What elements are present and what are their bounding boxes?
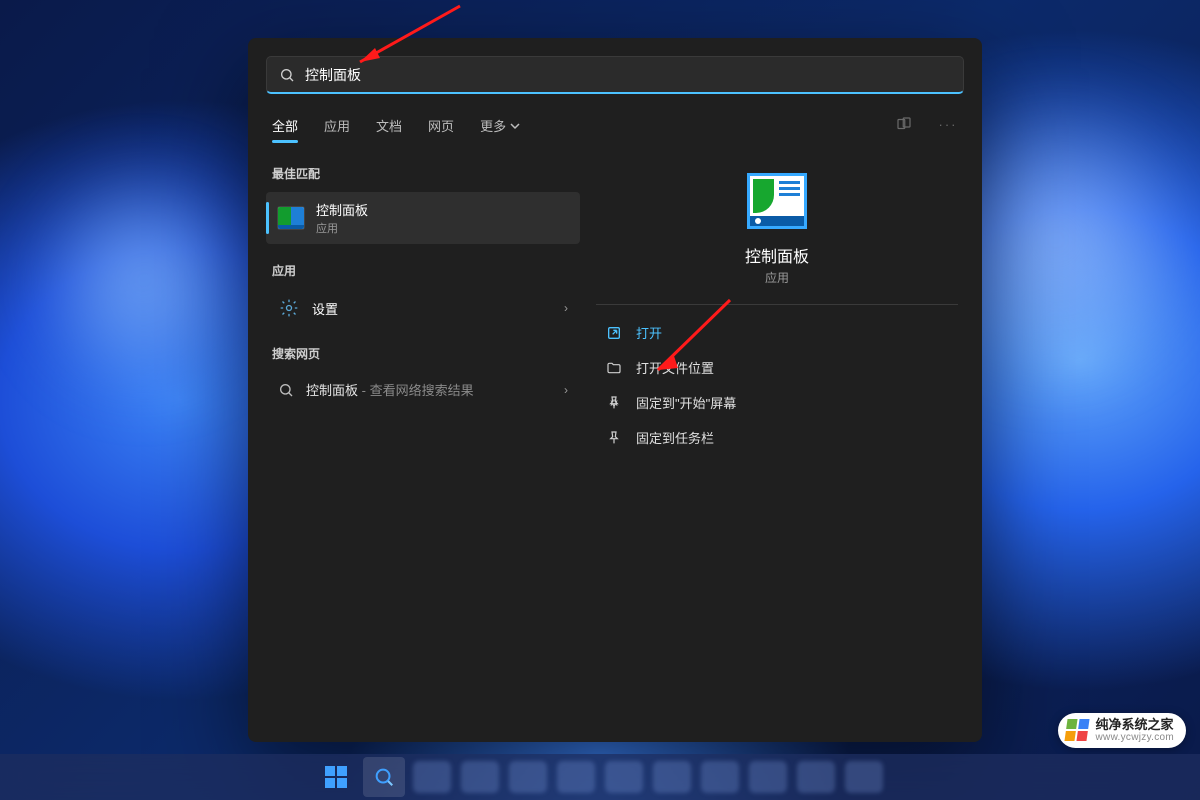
action-pin-start[interactable]: 固定到"开始"屏幕 <box>596 385 958 420</box>
chevron-right-icon: › <box>564 301 568 315</box>
pin-icon <box>606 395 622 411</box>
taskbar-search-button[interactable] <box>363 757 405 797</box>
watermark-url: www.ycwjzy.com <box>1096 732 1174 743</box>
result-title: 控制面板 <box>316 200 368 219</box>
taskbar-app[interactable] <box>411 757 453 797</box>
windows-logo-icon <box>325 766 347 788</box>
search-input[interactable] <box>305 67 951 83</box>
taskbar-app[interactable] <box>699 757 741 797</box>
action-label: 打开文件位置 <box>636 358 714 377</box>
start-button[interactable] <box>315 757 357 797</box>
action-open-location[interactable]: 打开文件位置 <box>596 350 958 385</box>
search-icon <box>373 766 395 788</box>
more-options-icon[interactable]: ··· <box>934 110 962 138</box>
taskbar[interactable] <box>0 754 1200 800</box>
action-open[interactable]: 打开 <box>596 315 958 350</box>
taskbar-app[interactable] <box>795 757 837 797</box>
tab-documents[interactable]: 文档 <box>376 110 402 145</box>
control-panel-icon <box>278 207 304 229</box>
chevron-right-icon: › <box>564 383 568 397</box>
gear-icon <box>278 297 300 319</box>
tab-web[interactable]: 网页 <box>428 110 454 145</box>
taskbar-app[interactable] <box>459 757 501 797</box>
action-pin-taskbar[interactable]: 固定到任务栏 <box>596 420 958 455</box>
taskbar-app[interactable] <box>603 757 645 797</box>
results-column: 最佳匹配 控制面板 应用 应用 设置 › 搜索网页 <box>248 145 588 742</box>
result-subtitle: 应用 <box>316 220 368 236</box>
taskbar-app[interactable] <box>843 757 885 797</box>
result-settings[interactable]: 设置 › <box>266 289 580 327</box>
section-best-match: 最佳匹配 <box>272 165 574 182</box>
detail-pane: 控制面板 应用 打开 打开文件位置 固定到"开始"屏幕 <box>588 145 982 742</box>
search-icon <box>279 67 295 83</box>
tab-more-label: 更多 <box>480 116 506 135</box>
divider <box>596 304 958 305</box>
result-control-panel[interactable]: 控制面板 应用 <box>266 192 580 244</box>
watermark-title: 纯净系统之家 <box>1096 718 1174 732</box>
taskbar-app[interactable] <box>507 757 549 797</box>
search-window: 全部 应用 文档 网页 更多 ··· 最佳匹配 控制面板 应用 <box>248 38 982 742</box>
open-icon <box>606 325 622 341</box>
folder-icon <box>606 360 622 376</box>
taskbar-app[interactable] <box>651 757 693 797</box>
action-label: 打开 <box>636 323 662 342</box>
search-icon <box>278 382 294 398</box>
detail-title: 控制面板 <box>745 243 809 267</box>
taskbar-app[interactable] <box>747 757 789 797</box>
action-label: 固定到"开始"屏幕 <box>636 393 736 412</box>
result-web-search[interactable]: 控制面板 - 查看网络搜索结果 › <box>266 372 580 407</box>
section-search-web: 搜索网页 <box>272 345 574 362</box>
account-icon[interactable] <box>890 110 918 138</box>
section-apps: 应用 <box>272 262 574 279</box>
tab-all[interactable]: 全部 <box>272 110 298 145</box>
taskbar-app[interactable] <box>555 757 597 797</box>
chevron-down-icon <box>510 121 520 131</box>
search-tabs: 全部 应用 文档 网页 更多 ··· <box>248 104 982 145</box>
watermark: 纯净系统之家 www.ycwjzy.com <box>1058 713 1186 748</box>
search-bar[interactable] <box>266 56 964 94</box>
tab-more[interactable]: 更多 <box>480 110 520 145</box>
result-web-text: 控制面板 - 查看网络搜索结果 <box>306 380 474 399</box>
watermark-logo <box>1064 719 1089 741</box>
pin-icon <box>606 430 622 446</box>
detail-subtitle: 应用 <box>765 269 789 286</box>
tab-apps[interactable]: 应用 <box>324 110 350 145</box>
control-panel-large-icon <box>747 173 807 229</box>
action-label: 固定到任务栏 <box>636 428 714 447</box>
result-title: 设置 <box>312 299 338 318</box>
